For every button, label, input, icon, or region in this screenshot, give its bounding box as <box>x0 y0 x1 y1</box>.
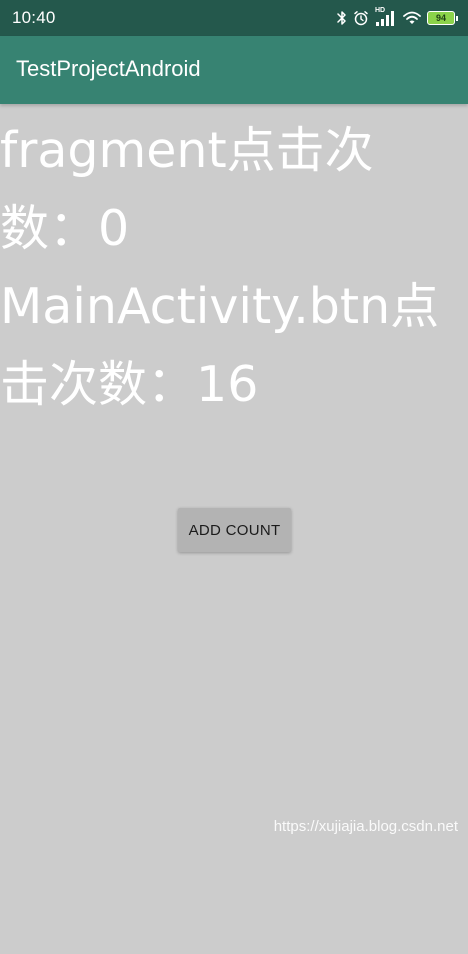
battery-tip <box>456 15 458 21</box>
activity-count-value: 16 <box>196 356 259 413</box>
fragment-count-value: 0 <box>98 200 130 257</box>
watermark: https://xujiajia.blog.csdn.net <box>273 818 458 835</box>
counter-text: fragment点击次数：0 MainActivity.btn点击次数：16 <box>0 112 440 424</box>
bluetooth-icon <box>337 10 347 26</box>
status-icons: HD 94 <box>337 7 458 28</box>
app-bar: TestProjectAndroid <box>0 36 468 104</box>
fragment-count-label: fragment点击次数： <box>0 122 374 257</box>
status-bar: 10:40 HD 94 <box>0 0 468 36</box>
status-time: 10:40 <box>12 8 56 27</box>
alarm-icon <box>353 10 369 26</box>
battery-level: 94 <box>427 11 455 25</box>
app-title: TestProjectAndroid <box>16 56 201 81</box>
wifi-icon <box>403 11 421 25</box>
hd-signal-icon: HD <box>375 7 397 26</box>
battery-icon: 94 <box>427 11 458 25</box>
add-count-button[interactable]: ADD COUNT <box>178 508 291 552</box>
